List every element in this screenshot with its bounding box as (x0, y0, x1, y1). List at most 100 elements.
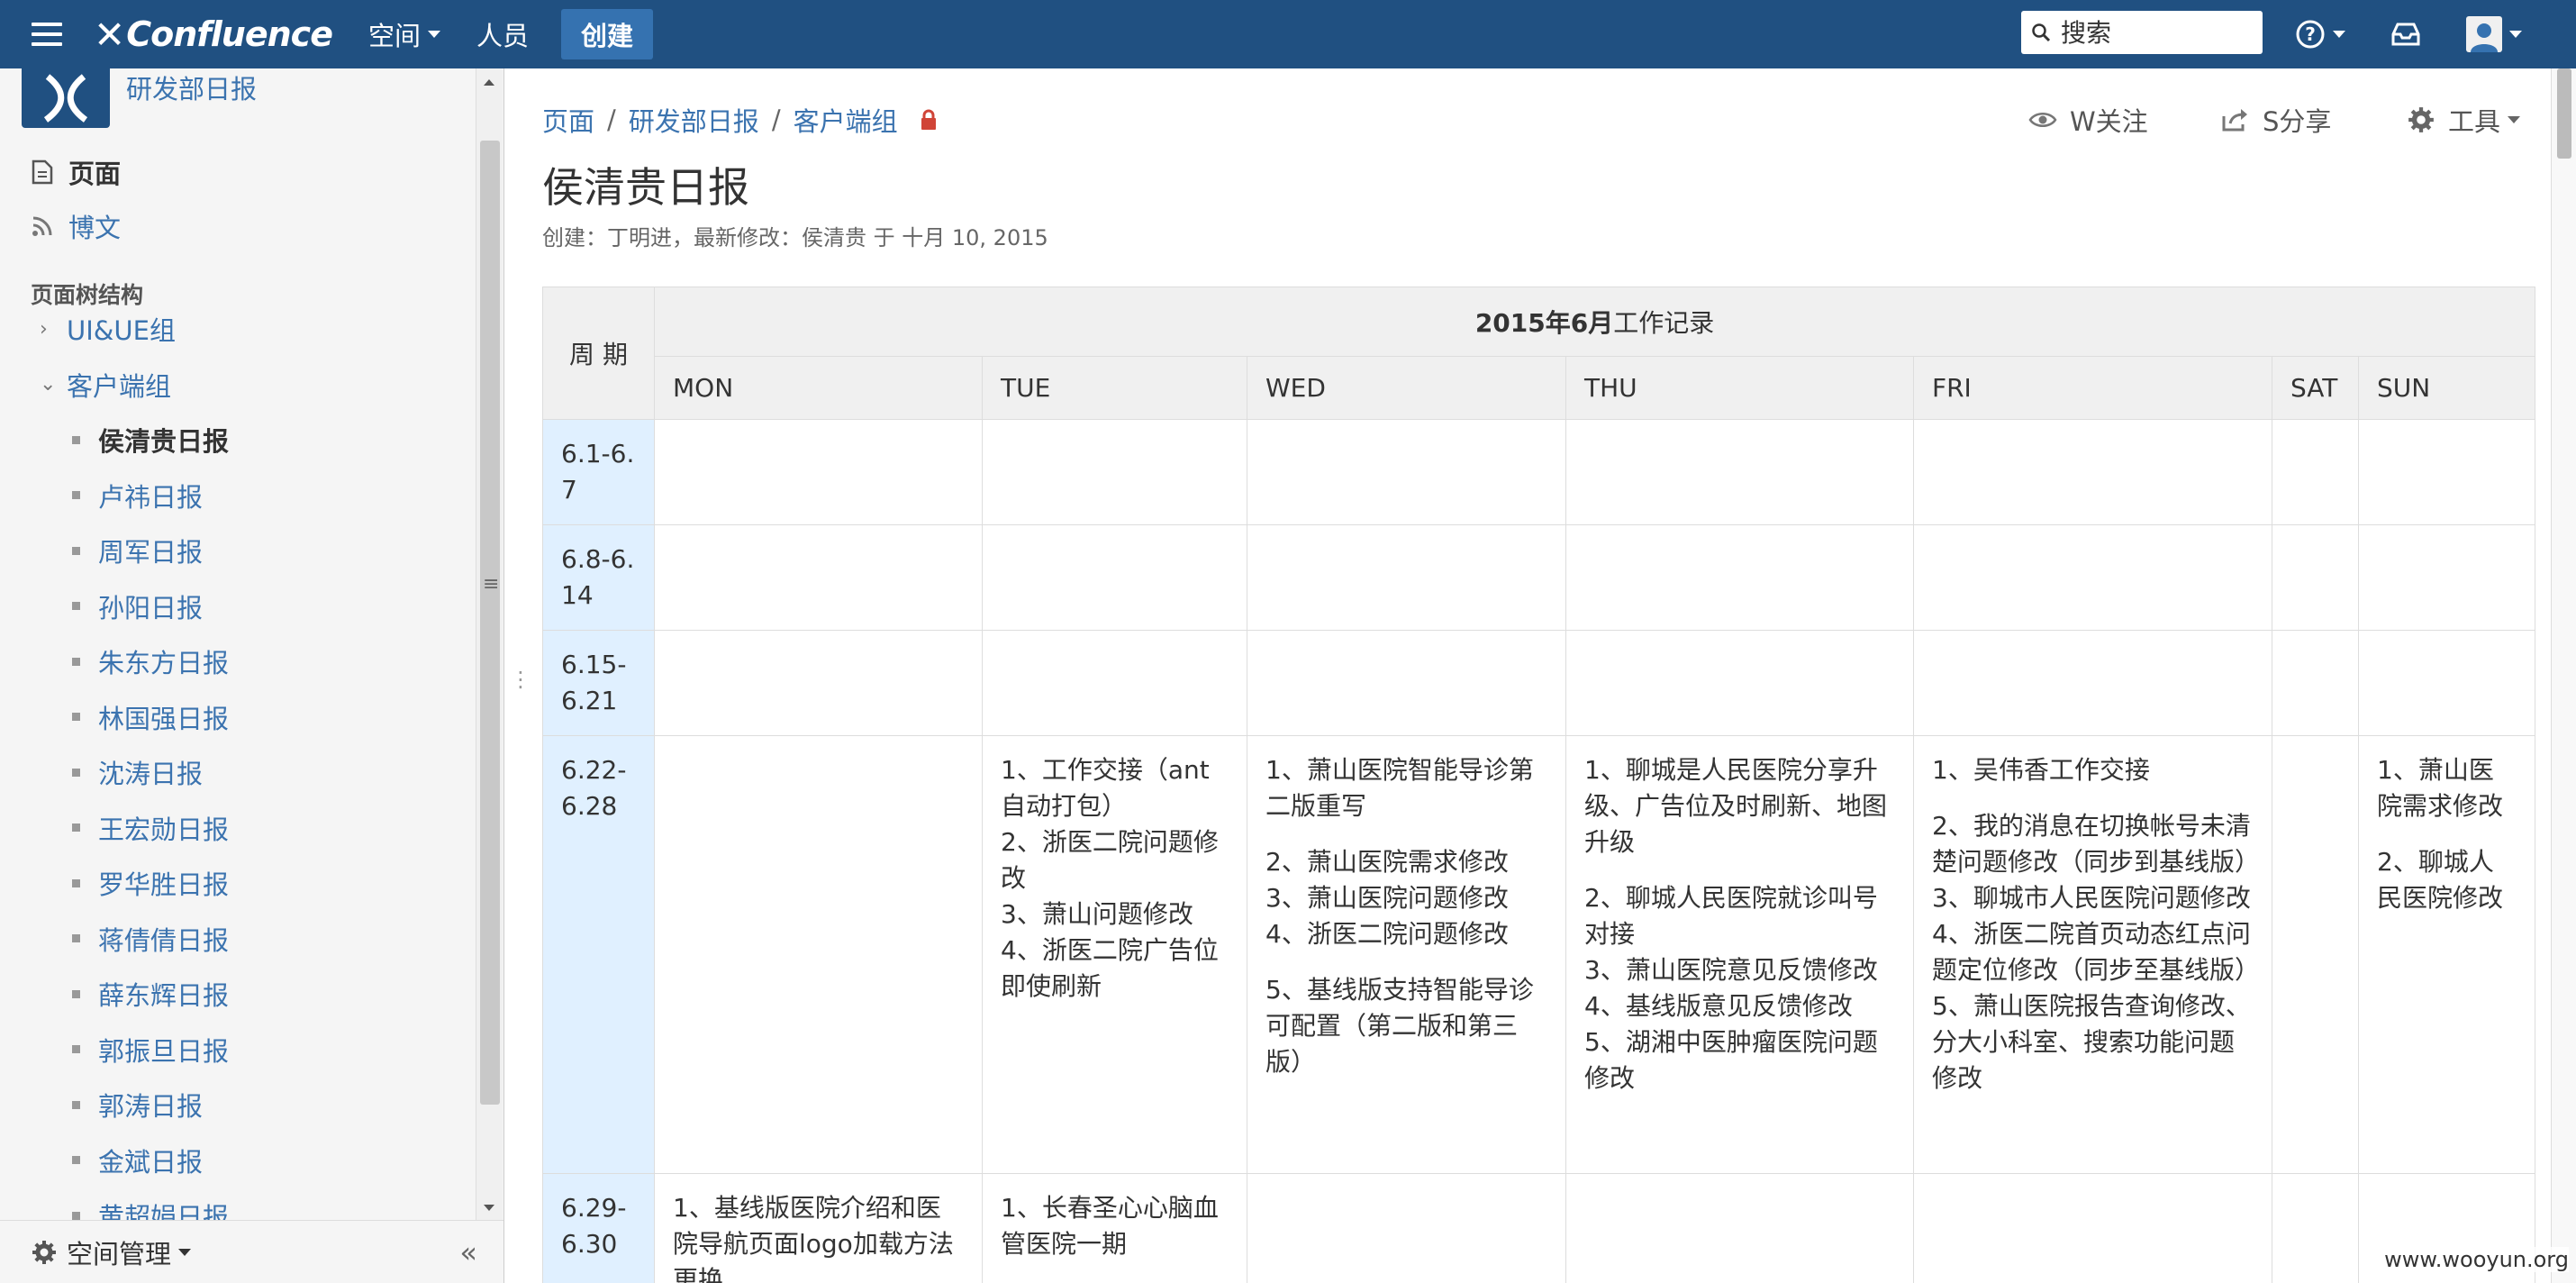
sidebar-tree-item[interactable]: 郭振旦日报 (72, 1031, 229, 1069)
day-cell (654, 735, 983, 1174)
table-row: 6.1-6.7 (542, 419, 2536, 525)
task-item: 5、基线版支持智能导诊可配置（第二版和第三版） (1265, 975, 1534, 1077)
breadcrumb-separator: / (607, 105, 616, 135)
task-item: 5、萧山医院报告查询修改、分大小科室、搜索功能问题修改 (1932, 991, 2251, 1093)
bullet-icon (72, 657, 80, 666)
space-logo-icon (43, 74, 88, 123)
breadcrumb-link[interactable]: 研发部日报 (629, 101, 759, 139)
chevron-right-icon[interactable]: › (40, 318, 67, 341)
period-cell: 6.22-6.28 (542, 735, 655, 1174)
task-item: 2、浙医二院问题修改 (1001, 827, 1219, 893)
page-scrollbar[interactable] (2551, 68, 2576, 1283)
sidebar-tree-item[interactable]: 孙阳日报 (72, 587, 203, 625)
page-metadata: 创建：丁明进，最新修改：侯清贵 于 十月 10, 2015 (542, 225, 1048, 250)
search-box[interactable] (2021, 11, 2263, 54)
user-menu[interactable] (2466, 0, 2522, 68)
task-item: 3、萧山医院问题修改 (1265, 883, 1509, 913)
share-icon (2222, 109, 2247, 132)
sidebar-tree-item-label: 客户端组 (67, 370, 172, 402)
space-tools-menu[interactable]: 空间管理 (31, 1233, 192, 1271)
page-content: 页面 / 研发部日报 / 客户端组 W关注 S分享 工具 侯清贵日报 创建：丁明… (506, 68, 2551, 1283)
space-name-link[interactable]: 研发部日报 (126, 68, 257, 106)
bullet-icon (72, 989, 80, 998)
watermark: www.wooyun.org (2384, 1247, 2569, 1272)
day-cell (1913, 524, 2272, 631)
gear-icon (2408, 107, 2434, 132)
sidebar-tree-item[interactable]: 金斌日报 (72, 1142, 203, 1179)
task-group: 1、工作交接（ant自动打包） 2、浙医二院问题修改 3、萧山问题修改 4、浙医二院广… (1001, 752, 1229, 1005)
breadcrumb-link[interactable]: 页面 (542, 101, 594, 139)
sidebar-scrollbar-thumb[interactable] (480, 141, 500, 1105)
sidebar-pages-link[interactable]: 页面 (31, 153, 121, 191)
sidebar-tree-item[interactable]: 罗华胜日报 (72, 864, 229, 902)
task-item: 1、萧山医院需求修改 (2377, 755, 2504, 821)
eye-icon (2028, 113, 2057, 127)
chevron-down-icon (2508, 116, 2521, 123)
sidebar-tree-item[interactable]: 卢祎日报 (72, 477, 203, 514)
spaces-menu-label: 空间 (367, 21, 421, 51)
create-button[interactable]: 创建 (561, 9, 654, 59)
share-button[interactable]: S分享 (2221, 101, 2331, 139)
sidebar-tree-item-label: 罗华胜日报 (98, 869, 230, 900)
sidebar-tree-item[interactable]: 周军日报 (72, 532, 203, 569)
scroll-down-arrow-icon[interactable] (484, 1205, 494, 1211)
sidebar-pages-label: 页面 (68, 159, 122, 189)
day-cell (2357, 419, 2536, 525)
sidebar-tree-item-label: 卢祎日报 (98, 481, 204, 513)
bullet-icon (72, 435, 80, 444)
task-group: 1、萧山医院需求修改 (2377, 752, 2517, 824)
page-title: 侯清贵日报 (542, 163, 749, 212)
sidebar-tree-item[interactable]: 沈涛日报 (72, 753, 203, 791)
bullet-icon (72, 1211, 80, 1220)
chevron-down-icon[interactable]: ⌄ (40, 373, 67, 396)
app-switcher-menu-icon[interactable] (0, 0, 94, 68)
sidebar-tree-item[interactable]: 朱东方日报 (72, 642, 229, 680)
sidebar-blog-link[interactable]: 博文 (31, 207, 121, 245)
task-item: 1、工作交接（ant自动打包） (1001, 755, 1210, 821)
space-logo[interactable] (22, 68, 110, 128)
notifications-button[interactable] (2390, 0, 2421, 68)
restriction-lock-icon[interactable] (920, 109, 938, 131)
scroll-up-arrow-icon[interactable] (484, 79, 494, 86)
chevron-down-icon (178, 1248, 192, 1256)
sidebar-tree-item[interactable]: 林国强日报 (72, 698, 229, 736)
breadcrumb: 页面 / 研发部日报 / 客户端组 (542, 101, 938, 139)
people-link[interactable]: 人员 (476, 15, 529, 53)
bullet-icon (72, 823, 80, 832)
confluence-logo[interactable]: ✕ Confluence (94, 0, 333, 68)
sidebar-tree-item[interactable]: 薛东辉日报 (72, 975, 229, 1013)
task-item: 3、聊城市人民医院问题修改 (1932, 883, 2251, 913)
watch-button[interactable]: W关注 (2028, 101, 2148, 139)
breadcrumb-link[interactable]: 客户端组 (794, 101, 898, 139)
sidebar-tree-item-label: 周军日报 (98, 537, 204, 568)
bullet-icon (72, 1156, 80, 1164)
sidebar-tree-item-label: 沈涛日报 (98, 759, 204, 789)
bullet-icon (72, 1100, 80, 1109)
sidebar-scrollbar[interactable] (476, 68, 503, 1220)
chevron-down-icon (2333, 31, 2345, 38)
day-column-header: WED (1247, 356, 1566, 420)
help-menu[interactable]: ? (2295, 0, 2345, 68)
sidebar-tree-item[interactable]: 蒋倩倩日报 (72, 920, 229, 958)
period-column-header: 周 期 (542, 287, 655, 420)
page-tree-title: 页面树结构 (31, 282, 144, 308)
tools-menu[interactable]: 工具 (2407, 101, 2521, 139)
sidebar-tree-item[interactable]: › UI&UE组 (40, 310, 176, 348)
day-column-header: MON (654, 356, 983, 420)
collapse-sidebar-icon[interactable]: « (459, 1235, 477, 1269)
sidebar-tree-item[interactable]: 侯清贵日报 (72, 421, 229, 459)
spaces-menu[interactable]: 空间 (368, 15, 440, 53)
table-row: 6.22-6.28 1、工作交接（ant自动打包） 2、浙医二院问题修改 3、萧山问题… (542, 735, 2536, 1174)
bullet-icon (72, 713, 80, 721)
search-input[interactable] (2061, 17, 2250, 48)
top-navigation-bar: ✕Confluence 空间 人员 创建 ? (0, 0, 2576, 68)
day-cell: 1、长春圣心心脑血管医院一期2、吉林省前郭县中 (982, 1173, 1247, 1283)
bullet-icon (72, 768, 80, 777)
chevron-down-icon (428, 31, 440, 38)
sidebar-resize-grip-icon[interactable]: ≡ (483, 573, 499, 596)
sidebar-tree-item[interactable]: 王宏勋日报 (72, 809, 229, 847)
sidebar-tree-item-label: UI&UE组 (67, 315, 176, 346)
page-scrollbar-thumb[interactable] (2557, 68, 2571, 159)
sidebar-tree-item[interactable]: ⌄ 客户端组 (40, 366, 171, 404)
sidebar-tree-item[interactable]: 郭涛日报 (72, 1086, 203, 1124)
